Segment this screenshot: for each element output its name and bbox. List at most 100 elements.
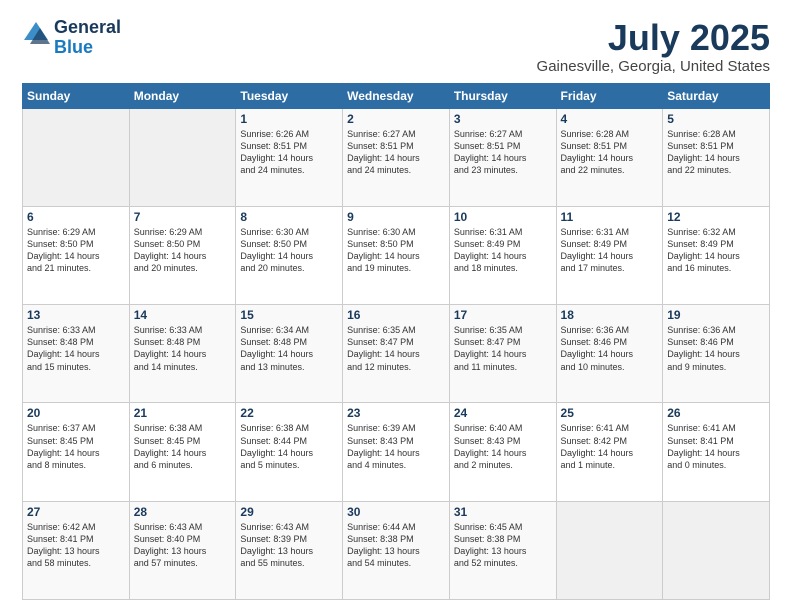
calendar-cell: 17Sunrise: 6:35 AM Sunset: 8:47 PM Dayli… (449, 305, 556, 403)
day-number: 18 (561, 308, 659, 322)
calendar-cell: 25 Sunrise: 6:41 AM Sunset: 8:42 PM Dayli… (556, 403, 663, 501)
day-number: 8 (240, 210, 338, 224)
cell-content: Sunrise: 6:41 AM Sunset: 8:42 PM Dayligh… (561, 422, 659, 471)
calendar-cell (663, 501, 770, 599)
cell-content: Sunrise: 6:30 AM Sunset: 8:50 PM Dayligh… (347, 226, 445, 275)
day-header-monday: Monday (129, 83, 236, 108)
day-number: 7 (134, 210, 232, 224)
calendar-cell: 4 Sunrise: 6:28 AM Sunset: 8:51 PM Daylig… (556, 108, 663, 206)
day-header-sunday: Sunday (23, 83, 130, 108)
calendar-cell: 28 Sunrise: 6:43 AM Sunset: 8:40 PM Dayli… (129, 501, 236, 599)
month-title: July 2025 (537, 18, 770, 58)
day-number: 20 (27, 406, 125, 420)
cell-content: Sunrise: 6:33 AM Sunset: 8:48 PM Dayligh… (27, 324, 125, 373)
day-number: 3 (454, 112, 552, 126)
cell-content: Sunrise: 6:44 AM Sunset: 8:38 PM Dayligh… (347, 521, 445, 570)
calendar-cell: 19Sunrise: 6:36 AM Sunset: 8:46 PM Dayli… (663, 305, 770, 403)
day-number: 24 (454, 406, 552, 420)
cell-content: Sunrise: 6:41 AM Sunset: 8:41 PM Dayligh… (667, 422, 765, 471)
calendar-cell: 1Sunrise: 6:26 AM Sunset: 8:51 PM Daylig… (236, 108, 343, 206)
cell-content: Sunrise: 6:27 AM Sunset: 8:51 PM Dayligh… (347, 128, 445, 177)
day-number: 4 (561, 112, 659, 126)
logo: General Blue (22, 18, 121, 58)
day-number: 26 (667, 406, 765, 420)
header: General Blue July 2025 Gainesville, Geor… (22, 18, 770, 75)
cell-content: Sunrise: 6:28 AM Sunset: 8:51 PM Dayligh… (667, 128, 765, 177)
cell-content: Sunrise: 6:34 AM Sunset: 8:48 PM Dayligh… (240, 324, 338, 373)
day-header-saturday: Saturday (663, 83, 770, 108)
calendar-cell: 31 Sunrise: 6:45 AM Sunset: 8:38 PM Dayli… (449, 501, 556, 599)
day-number: 25 (561, 406, 659, 420)
calendar-week-1: 1Sunrise: 6:26 AM Sunset: 8:51 PM Daylig… (23, 108, 770, 206)
day-number: 15 (240, 308, 338, 322)
cell-content: Sunrise: 6:27 AM Sunset: 8:51 PM Dayligh… (454, 128, 552, 177)
calendar-week-3: 13 Sunrise: 6:33 AM Sunset: 8:48 PM Dayli… (23, 305, 770, 403)
cell-content: Sunrise: 6:35 AM Sunset: 8:47 PM Dayligh… (347, 324, 445, 373)
day-number: 13 (27, 308, 125, 322)
cell-content: Sunrise: 6:30 AM Sunset: 8:50 PM Dayligh… (240, 226, 338, 275)
calendar-cell: 26 Sunrise: 6:41 AM Sunset: 8:41 PM Dayli… (663, 403, 770, 501)
cell-content: Sunrise: 6:45 AM Sunset: 8:38 PM Dayligh… (454, 521, 552, 570)
calendar-cell: 15 Sunrise: 6:34 AM Sunset: 8:48 PM Dayli… (236, 305, 343, 403)
cell-content: Sunrise: 6:36 AM Sunset: 8:46 PM Dayligh… (561, 324, 659, 373)
day-header-wednesday: Wednesday (343, 83, 450, 108)
calendar-cell: 11 Sunrise: 6:31 AM Sunset: 8:49 PM Dayli… (556, 206, 663, 304)
day-number: 28 (134, 505, 232, 519)
day-number: 22 (240, 406, 338, 420)
calendar-cell (556, 501, 663, 599)
day-number: 23 (347, 406, 445, 420)
day-header-tuesday: Tuesday (236, 83, 343, 108)
calendar-cell: 13 Sunrise: 6:33 AM Sunset: 8:48 PM Dayli… (23, 305, 130, 403)
day-header-friday: Friday (556, 83, 663, 108)
day-number: 11 (561, 210, 659, 224)
day-number: 21 (134, 406, 232, 420)
cell-content: Sunrise: 6:43 AM Sunset: 8:39 PM Dayligh… (240, 521, 338, 570)
day-number: 6 (27, 210, 125, 224)
cell-content: Sunrise: 6:38 AM Sunset: 8:44 PM Dayligh… (240, 422, 338, 471)
location: Gainesville, Georgia, United States (537, 58, 770, 75)
cell-content: Sunrise: 6:38 AM Sunset: 8:45 PM Dayligh… (134, 422, 232, 471)
title-block: July 2025 Gainesville, Georgia, United S… (537, 18, 770, 75)
cell-content: Sunrise: 6:29 AM Sunset: 8:50 PM Dayligh… (134, 226, 232, 275)
calendar-cell: 12 Sunrise: 6:32 AM Sunset: 8:49 PM Dayli… (663, 206, 770, 304)
day-header-thursday: Thursday (449, 83, 556, 108)
calendar-cell: 23Sunrise: 6:39 AM Sunset: 8:43 PM Dayli… (343, 403, 450, 501)
cell-content: Sunrise: 6:31 AM Sunset: 8:49 PM Dayligh… (561, 226, 659, 275)
day-number: 27 (27, 505, 125, 519)
calendar-cell: 20 Sunrise: 6:37 AM Sunset: 8:45 PM Dayli… (23, 403, 130, 501)
day-number: 1 (240, 112, 338, 126)
logo-text: General Blue (54, 18, 121, 58)
calendar-cell: 16Sunrise: 6:35 AM Sunset: 8:47 PM Dayli… (343, 305, 450, 403)
calendar-cell: 10 Sunrise: 6:31 AM Sunset: 8:49 PM Dayli… (449, 206, 556, 304)
day-number: 31 (454, 505, 552, 519)
day-number: 17 (454, 308, 552, 322)
calendar-cell: 3 Sunrise: 6:27 AM Sunset: 8:51 PM Daylig… (449, 108, 556, 206)
calendar-cell (129, 108, 236, 206)
cell-content: Sunrise: 6:37 AM Sunset: 8:45 PM Dayligh… (27, 422, 125, 471)
day-number: 14 (134, 308, 232, 322)
calendar-week-4: 20 Sunrise: 6:37 AM Sunset: 8:45 PM Dayli… (23, 403, 770, 501)
calendar-cell: 24Sunrise: 6:40 AM Sunset: 8:43 PM Dayli… (449, 403, 556, 501)
page: General Blue July 2025 Gainesville, Geor… (0, 0, 792, 612)
cell-content: Sunrise: 6:32 AM Sunset: 8:49 PM Dayligh… (667, 226, 765, 275)
calendar-cell: 2 Sunrise: 6:27 AM Sunset: 8:51 PM Daylig… (343, 108, 450, 206)
calendar-cell: 18 Sunrise: 6:36 AM Sunset: 8:46 PM Dayli… (556, 305, 663, 403)
calendar-cell: 27 Sunrise: 6:42 AM Sunset: 8:41 PM Dayli… (23, 501, 130, 599)
calendar-cell: 29 Sunrise: 6:43 AM Sunset: 8:39 PM Dayli… (236, 501, 343, 599)
calendar-week-5: 27 Sunrise: 6:42 AM Sunset: 8:41 PM Dayli… (23, 501, 770, 599)
calendar-cell: 6Sunrise: 6:29 AM Sunset: 8:50 PM Daylig… (23, 206, 130, 304)
cell-content: Sunrise: 6:31 AM Sunset: 8:49 PM Dayligh… (454, 226, 552, 275)
day-number: 10 (454, 210, 552, 224)
day-number: 2 (347, 112, 445, 126)
calendar-cell (23, 108, 130, 206)
calendar-cell: 8 Sunrise: 6:30 AM Sunset: 8:50 PM Daylig… (236, 206, 343, 304)
day-number: 29 (240, 505, 338, 519)
cell-content: Sunrise: 6:43 AM Sunset: 8:40 PM Dayligh… (134, 521, 232, 570)
calendar-cell: 30Sunrise: 6:44 AM Sunset: 8:38 PM Dayli… (343, 501, 450, 599)
cell-content: Sunrise: 6:28 AM Sunset: 8:51 PM Dayligh… (561, 128, 659, 177)
cell-content: Sunrise: 6:33 AM Sunset: 8:48 PM Dayligh… (134, 324, 232, 373)
day-number: 9 (347, 210, 445, 224)
logo-general-text: General (54, 18, 121, 38)
cell-content: Sunrise: 6:42 AM Sunset: 8:41 PM Dayligh… (27, 521, 125, 570)
day-number: 12 (667, 210, 765, 224)
